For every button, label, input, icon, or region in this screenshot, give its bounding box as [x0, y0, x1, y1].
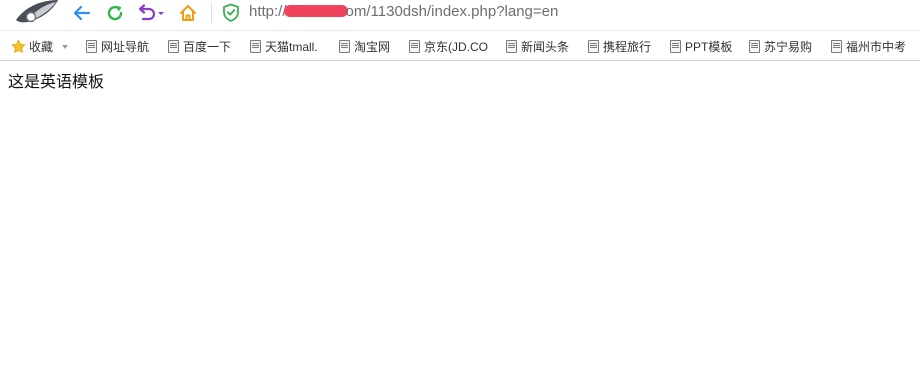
- bookmark-label: 福州市中考: [846, 40, 907, 54]
- bookmark-label: 百度一下: [183, 40, 232, 54]
- undo-icon: [138, 4, 164, 21]
- chevron-down-icon[interactable]: [62, 44, 69, 49]
- page-content: 这是英语模板: [0, 62, 920, 383]
- bookmark-label: 新闻头条: [521, 40, 570, 54]
- url-prefix: http://: [249, 3, 287, 20]
- refresh-button[interactable]: [104, 2, 126, 24]
- bookmark-label: 淘宝网: [354, 40, 391, 54]
- page-body-text: 这是英语模板: [8, 72, 105, 91]
- page-icon: [670, 40, 681, 53]
- url-suffix: om/1130dsh/index.php?lang=en: [345, 3, 559, 20]
- bookmark-item[interactable]: 新闻头条: [506, 38, 569, 55]
- url-redaction: [283, 5, 348, 17]
- toolbar-divider: [211, 3, 212, 23]
- bookmark-item[interactable]: 天猫tmall.: [250, 38, 318, 55]
- bookmark-item[interactable]: 京东(JD.CO: [409, 38, 488, 55]
- home-button[interactable]: [177, 2, 199, 24]
- bookmark-item[interactable]: 百度一下: [168, 38, 231, 55]
- page-icon: [339, 40, 350, 53]
- bookmark-label: PPT模板: [685, 40, 733, 54]
- bookmark-favorites-label: 收藏: [29, 40, 54, 54]
- bookmark-item[interactable]: 淘宝网: [339, 38, 390, 55]
- bookmarks-bar: 收藏 网址导航 百度一下 天猫tmall. 淘宝网 京东(JD.CO 新闻头条: [0, 30, 920, 61]
- bookmark-item[interactable]: 福州市中考: [831, 38, 906, 55]
- bookmark-item[interactable]: 网址导航: [86, 38, 149, 55]
- bookmark-item[interactable]: PPT模板: [670, 38, 732, 55]
- star-icon: [11, 39, 26, 53]
- bookmark-favorites[interactable]: 收藏: [11, 38, 69, 55]
- page-icon: [409, 40, 420, 53]
- page-icon: [250, 40, 261, 53]
- page-icon: [86, 40, 97, 53]
- page-icon: [588, 40, 599, 53]
- browser-logo-icon[interactable]: [14, 0, 60, 24]
- page-icon: [749, 40, 760, 53]
- bookmark-label: 携程旅行: [603, 40, 652, 54]
- navigation-bar: http:// om/1130dsh/index.php?lang=en: [0, 0, 920, 28]
- page-icon: [168, 40, 179, 53]
- address-bar[interactable]: http:// om/1130dsh/index.php?lang=en: [249, 2, 889, 24]
- security-shield-icon[interactable]: [222, 3, 240, 22]
- bookmark-label: 京东(JD.CO: [424, 40, 488, 54]
- page-icon: [506, 40, 517, 53]
- bookmark-label: 网址导航: [101, 40, 150, 54]
- browser-window: http:// om/1130dsh/index.php?lang=en 收藏 网…: [0, 0, 920, 383]
- bookmark-label: 天猫tmall.: [265, 40, 318, 54]
- bookmark-label: 苏宁易购: [764, 40, 813, 54]
- undo-button[interactable]: [136, 2, 166, 24]
- back-button[interactable]: [71, 2, 93, 24]
- page-icon: [831, 40, 842, 53]
- home-icon: [180, 5, 196, 21]
- refresh-icon: [107, 5, 123, 21]
- bookmark-item[interactable]: 苏宁易购: [749, 38, 812, 55]
- back-arrow-icon: [73, 5, 91, 21]
- bookmark-item[interactable]: 携程旅行: [588, 38, 651, 55]
